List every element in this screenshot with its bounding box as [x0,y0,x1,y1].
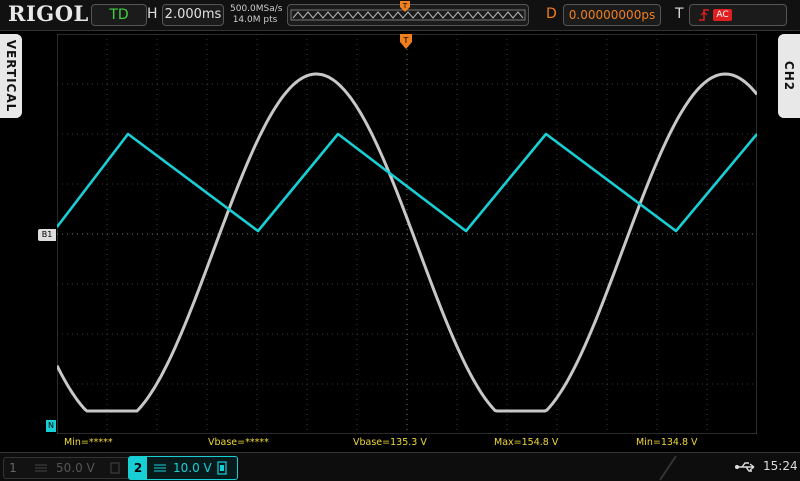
memory-overview-bar[interactable]: T [287,1,529,26]
trigger-marker-label: T [403,36,409,45]
trigger-coupling-badge: AC [713,9,732,21]
ch1-scale-button[interactable]: 1 50.0 V [3,457,130,479]
clock: 15:24 [763,459,798,473]
ch2-tab-label: CH2 [782,60,796,92]
probe-icon [217,461,227,475]
vertical-menu-tab[interactable]: VERTICAL [0,34,22,118]
divider-icon [659,455,677,481]
run-status-button[interactable]: TD [91,4,147,26]
usb-icon [735,462,755,472]
waveform-display[interactable] [57,34,757,434]
probe-icon [154,464,166,472]
trigger-position-icon: T [400,1,410,12]
svg-text:T: T [402,2,408,10]
bottom-status-bar: 1 50.0 V 2 10.0 V [0,452,800,481]
ch1-number: 1 [9,461,17,475]
timebase-setting[interactable]: 2.000ms [162,4,224,26]
delay-setting[interactable]: 0.00000000ps [563,4,661,26]
probe-icon [35,464,47,472]
trigger-label: T [675,6,684,22]
trigger-edge-icon [699,9,709,21]
measurement-4: Max=154.8 V [494,437,559,448]
horizontal-label: H [147,6,158,22]
trigger-setting[interactable]: AC [689,4,787,26]
measurement-2: Vbase=***** [208,437,269,448]
ch1-offset-marker[interactable]: N [46,420,56,432]
trigger-marker-icon: T [400,34,412,49]
measurement-3: Vbase=135.3 V [353,437,427,448]
delay-label: D [546,6,557,22]
ch2-scale: 10.0 V [173,461,212,475]
top-status-bar: RIGOL TD H 2.000ms 500.0MSa/s 14.0M pts … [0,0,800,31]
rigol-logo: RIGOL [8,1,89,26]
acquisition-info: 500.0MSa/s 14.0M pts [230,4,283,26]
measurement-1: Min=***** [64,437,113,448]
probe-icon [110,462,120,474]
ch1-scale: 50.0 V [56,461,95,475]
memory-depth: 14.0M pts [232,15,278,25]
ch2-menu-tab[interactable]: CH2 [778,34,800,118]
vertical-tab-label: VERTICAL [4,39,18,113]
ch2-offset-marker[interactable]: B1 [38,229,56,241]
ch2-number: 2 [129,457,147,479]
measurement-5: Min=134.8 V [636,437,698,448]
ch2-scale-button[interactable]: 2 10.0 V [128,456,238,480]
sample-rate: 500.0MSa/s [230,4,283,14]
